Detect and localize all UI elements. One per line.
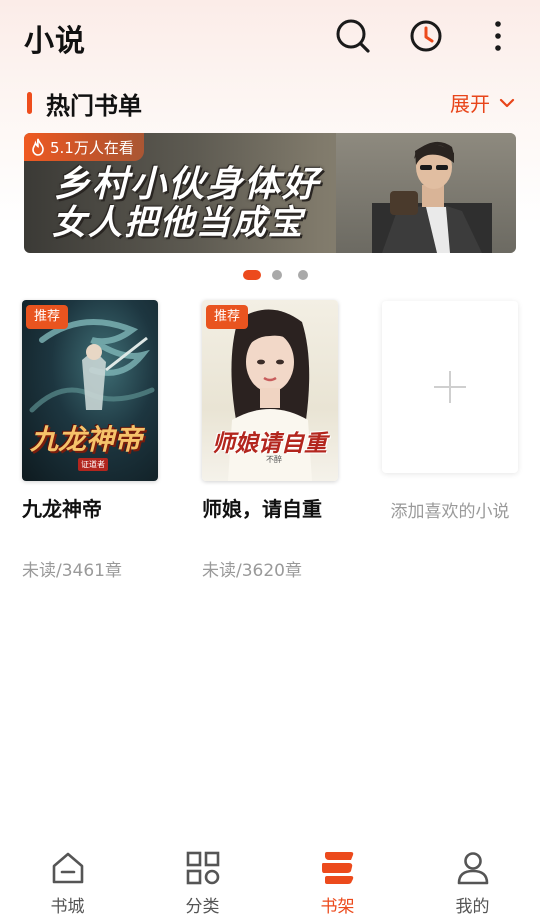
recommend-tag: 推荐 (206, 305, 249, 329)
flame-icon (32, 138, 44, 156)
nav-label: 我的 (455, 897, 490, 917)
banner-subheadline: 女人把他当成宝 (52, 203, 304, 243)
search-icon[interactable] (335, 18, 371, 54)
carousel-dot[interactable] (272, 270, 282, 280)
section-title: 热门书单 (46, 91, 142, 120)
read-progress: 未读/3461章 (22, 561, 122, 581)
chevron-down-icon (499, 98, 515, 107)
add-book-card[interactable] (382, 301, 518, 473)
recommend-tag: 推荐 (26, 305, 69, 329)
carousel-dot-active[interactable] (243, 270, 261, 280)
nav-item-bookshelf[interactable]: 书架 (270, 844, 405, 924)
section-accent-bar (27, 92, 32, 114)
nav-label: 分类 (185, 897, 220, 917)
read-progress: 未读/3620章 (202, 561, 302, 581)
home-icon (52, 852, 84, 884)
cover-title: 九龙神帝 (30, 423, 143, 456)
history-clock-icon[interactable] (408, 18, 444, 54)
cover-publisher: 证道者 (78, 458, 108, 471)
expand-button[interactable]: 展开 (450, 88, 516, 117)
book-title[interactable]: 九龙神帝 (22, 493, 158, 522)
nav-label: 书架 (320, 897, 355, 917)
bookshelf-book[interactable]: 推荐 九龙神帝 证道者 九龙神帝 未读/3461章 (22, 300, 158, 581)
more-vertical-icon[interactable] (480, 18, 516, 54)
app-header: 小说 (0, 0, 540, 76)
hot-booklist-header: 热门书单 展开 (0, 84, 540, 124)
cover-title: 师娘请自重 (212, 430, 327, 457)
carousel-dot[interactable] (298, 270, 308, 280)
category-grid-icon (186, 851, 220, 885)
bookshelf-book[interactable]: 推荐 师娘请自重 不醉 师娘，请自重 未读/3620章 (202, 300, 338, 581)
book-cover[interactable]: 推荐 师娘请自重 不醉 (202, 300, 338, 481)
banner-character-illustration (372, 141, 492, 253)
nav-label: 书城 (50, 897, 85, 917)
carousel-indicator (0, 269, 540, 281)
nav-item-category[interactable]: 分类 (135, 844, 270, 924)
book-title[interactable]: 师娘，请自重 (202, 493, 338, 522)
page-title: 小说 (24, 24, 86, 59)
bottom-navigation: 书城 分类 书架 我的 (0, 844, 540, 924)
bookshelf-icon (322, 852, 354, 884)
nav-item-bookstore[interactable]: 书城 (0, 844, 135, 924)
expand-label: 展开 (450, 92, 490, 116)
plus-icon (434, 371, 466, 403)
nav-item-profile[interactable]: 我的 (405, 844, 540, 924)
cover-author: 不醉 (266, 455, 282, 464)
promo-banner[interactable]: 5.1万人在看 乡村小伙身体好 女人把他当成宝 (24, 133, 516, 253)
profile-icon (457, 852, 489, 885)
add-book-label[interactable]: 添加喜欢的小说 (382, 497, 518, 522)
book-cover[interactable]: 推荐 九龙神帝 证道者 (22, 300, 158, 481)
